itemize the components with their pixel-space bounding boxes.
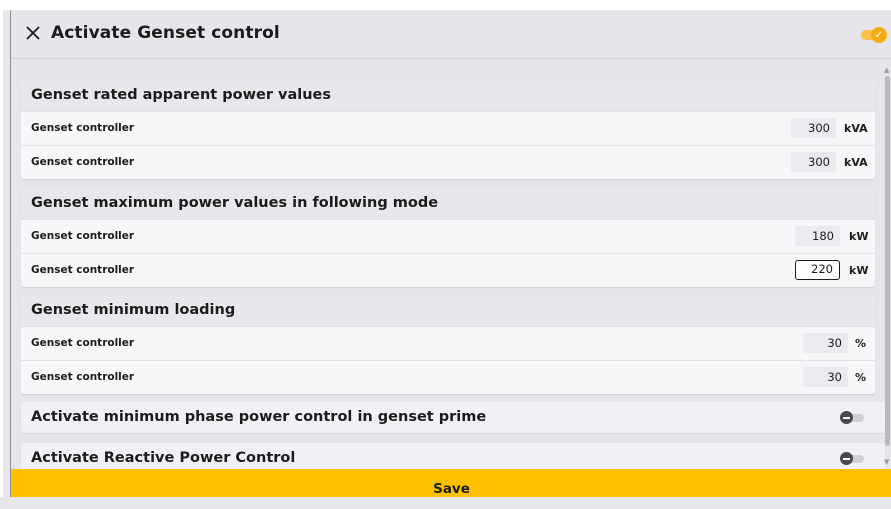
value-input[interactable]: 30 (803, 367, 848, 387)
unit-label: kW (849, 230, 869, 243)
section-maximum-power-following: Genset maximum power values in following… (21, 188, 875, 287)
scrollbar-thumb[interactable] (885, 76, 890, 446)
value-input[interactable]: 30 (803, 333, 848, 353)
scroll-up-arrow-icon[interactable]: ▲ (884, 66, 889, 74)
toggle-label: Activate minimum phase power control in … (31, 409, 487, 425)
value-input[interactable]: 180 (795, 226, 840, 246)
unit-label: % (855, 337, 867, 350)
setting-row: Genset controller 180 kW (21, 219, 875, 253)
dialog-header: Activate Genset control ✓ (11, 10, 891, 59)
setting-row: Genset controller 30 % (21, 360, 875, 394)
row-label: Genset controller (31, 337, 135, 349)
value-input[interactable]: 300 (791, 152, 836, 172)
setting-row: Genset controller 300 kVA (21, 111, 875, 145)
activate-genset-toggle[interactable]: ✓ (861, 26, 889, 43)
section-minimum-loading: Genset minimum loading Genset controller… (21, 295, 875, 394)
row-label: Genset controller (31, 156, 135, 168)
toggle-thumb (840, 452, 853, 465)
value-input-focused[interactable]: 220 (795, 260, 840, 280)
value-input[interactable]: 300 (791, 118, 836, 138)
close-icon[interactable] (25, 25, 41, 41)
reactive-power-toggle[interactable] (840, 452, 866, 466)
save-button[interactable]: Save (11, 469, 891, 497)
row-label: Genset controller (31, 230, 135, 242)
setting-row: Genset controller 220 kW (21, 253, 875, 287)
minimum-phase-power-control-row: Activate minimum phase power control in … (21, 402, 885, 433)
unit-label: % (855, 371, 867, 384)
settings-scroll-area[interactable]: Genset rated apparent power values Gense… (11, 59, 891, 469)
unit-label: kVA (844, 122, 868, 135)
row-label: Genset controller (31, 122, 135, 134)
dialog-title: Activate Genset control (51, 23, 280, 43)
setting-row: Genset controller 300 kVA (21, 145, 875, 179)
toggle-thumb (840, 411, 853, 424)
genset-control-dialog: Activate Genset control ✓ Genset rated a… (10, 10, 891, 497)
section-title: Genset maximum power values in following… (21, 188, 875, 219)
unit-label: kW (849, 264, 869, 277)
toggle-label: Activate Reactive Power Control (31, 450, 296, 466)
row-label: Genset controller (31, 371, 135, 383)
unit-label: kVA (844, 156, 868, 169)
section-title: Genset minimum loading (21, 295, 875, 326)
row-label: Genset controller (31, 264, 135, 276)
reactive-power-control-row: Activate Reactive Power Control (21, 443, 885, 469)
section-rated-apparent-power: Genset rated apparent power values Gense… (21, 80, 875, 179)
window-left-edge (0, 0, 3, 497)
vertical-scrollbar[interactable]: ▲ ▼ (883, 66, 891, 471)
minimum-phase-power-toggle[interactable] (840, 411, 866, 425)
window-top-edge (0, 0, 891, 10)
scroll-down-arrow-icon[interactable]: ▼ (884, 458, 889, 466)
check-icon: ✓ (871, 27, 887, 43)
section-title: Genset rated apparent power values (21, 80, 875, 111)
setting-row: Genset controller 30 % (21, 326, 875, 360)
